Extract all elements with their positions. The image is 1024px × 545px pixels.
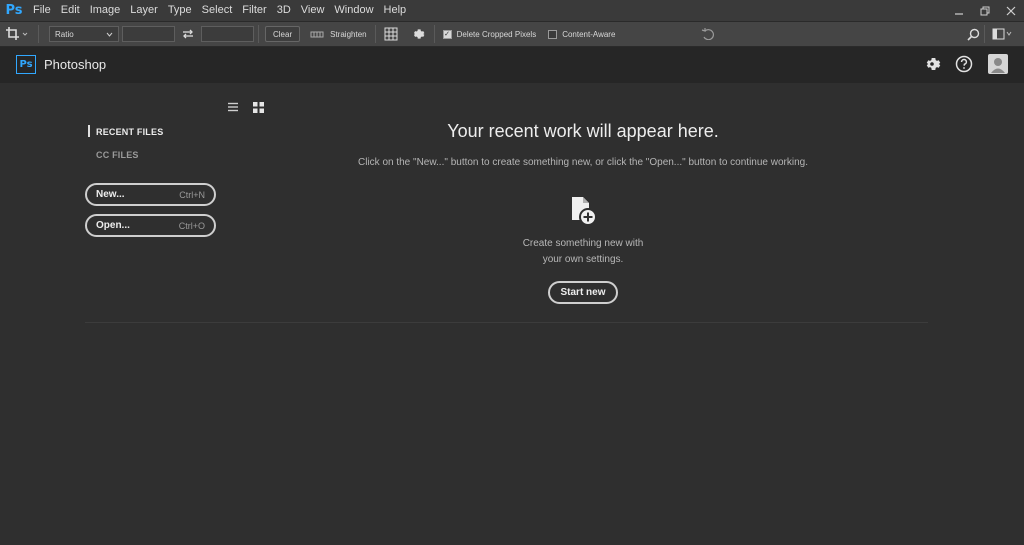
undo-icon [701, 28, 714, 40]
photoshop-logo-icon: Ps [5, 3, 23, 18]
options-bar: Ratio Clear Straighten ✓ Delete Cropped … [0, 21, 1024, 47]
new-button[interactable]: New... Ctrl+N [85, 183, 216, 206]
crop-settings-button[interactable] [406, 27, 430, 41]
sidebar-item-cc-files[interactable]: CC FILES [96, 150, 139, 160]
separator [258, 25, 259, 43]
new-shortcut: Ctrl+N [179, 189, 205, 200]
photoshop-logo-icon: Ps [16, 55, 36, 74]
list-icon [228, 102, 238, 112]
reset-button[interactable] [700, 27, 716, 41]
empty-state-description: Click on the "New..." button to create s… [358, 157, 808, 168]
ratio-select[interactable]: Ratio [49, 26, 119, 42]
straighten-label[interactable]: Straighten [330, 30, 366, 39]
menu-type[interactable]: Type [163, 0, 197, 21]
minimize-button[interactable] [946, 0, 972, 21]
account-button[interactable] [987, 53, 1009, 75]
clear-button[interactable]: Clear [265, 26, 301, 42]
open-button-label: Open... [96, 220, 130, 231]
create-line-1: Create something new with [522, 238, 644, 249]
swap-button[interactable] [175, 29, 201, 39]
level-icon [310, 31, 324, 38]
thumbnail-grid-icon [252, 101, 264, 113]
user-avatar-icon [988, 54, 1008, 74]
grid-view-button[interactable] [251, 100, 265, 114]
ratio-select-value: Ratio [55, 29, 74, 39]
height-field[interactable] [201, 26, 254, 42]
workspace-switcher[interactable] [990, 27, 1016, 41]
menu-3d[interactable]: 3D [272, 0, 296, 21]
chevron-down-icon [106, 32, 113, 37]
start-new-button[interactable]: Start new [548, 281, 618, 304]
checkbox-unchecked-icon [548, 29, 558, 39]
content-aware-checkbox[interactable]: Content-Aware [548, 29, 616, 39]
menu-view[interactable]: View [296, 0, 330, 21]
open-shortcut: Ctrl+O [178, 220, 205, 231]
sidebar-item-recent-files[interactable]: RECENT FILES [96, 127, 163, 137]
menu-layer[interactable]: Layer [125, 0, 163, 21]
preferences-button[interactable] [921, 53, 943, 75]
menu-select[interactable]: Select [197, 0, 238, 21]
create-new-description: Create something new with your own setti… [480, 236, 686, 268]
menu-filter[interactable]: Filter [237, 0, 271, 21]
delete-cropped-checkbox[interactable]: ✓ Delete Cropped Pixels [442, 29, 537, 39]
grid-icon [384, 27, 398, 41]
menu-file[interactable]: File [28, 0, 56, 21]
crop-icon [6, 27, 28, 40]
menu-items: File Edit Image Layer Type Select Filter… [28, 0, 411, 21]
workspace-icon [992, 28, 1012, 40]
menu-image[interactable]: Image [85, 0, 126, 21]
help-button[interactable] [953, 53, 975, 75]
delete-cropped-label: Delete Cropped Pixels [456, 29, 537, 39]
create-line-2: your own settings. [542, 254, 624, 265]
straighten-button[interactable] [306, 29, 328, 39]
checkbox-checked-icon: ✓ [442, 29, 452, 39]
menu-bar: Ps File Edit Image Layer Type Select Fil… [0, 0, 1024, 21]
gear-icon [926, 58, 941, 70]
close-icon [1006, 6, 1016, 15]
app-title: Photoshop [44, 57, 107, 72]
menu-edit[interactable]: Edit [56, 0, 85, 21]
active-tab-indicator [88, 125, 90, 137]
divider [85, 322, 928, 323]
gear-icon [413, 29, 425, 39]
help-icon [955, 55, 973, 73]
new-document-icon [569, 196, 599, 228]
width-field[interactable] [122, 26, 175, 42]
separator [38, 25, 39, 43]
list-view-button[interactable] [226, 100, 240, 114]
separator [433, 25, 435, 43]
start-workspace-header: Ps Photoshop [0, 47, 1024, 83]
menu-help[interactable]: Help [379, 0, 412, 21]
separator [374, 25, 376, 43]
minimize-icon [955, 12, 963, 15]
restore-button[interactable] [972, 0, 998, 21]
search-icon [966, 28, 979, 41]
separator [984, 25, 985, 43]
open-button[interactable]: Open... Ctrl+O [85, 214, 216, 237]
crop-tool-preset[interactable] [0, 26, 34, 42]
restore-icon [980, 6, 990, 15]
search-button[interactable] [964, 27, 982, 41]
window-controls [946, 0, 1024, 21]
overlay-options-button[interactable] [380, 27, 402, 41]
empty-state-title: Your recent work will appear here. [447, 121, 719, 141]
new-button-label: New... [96, 189, 125, 200]
close-button[interactable] [998, 0, 1024, 21]
swap-icon [183, 29, 193, 39]
menu-window[interactable]: Window [329, 0, 378, 21]
content-aware-label: Content-Aware [562, 29, 616, 39]
